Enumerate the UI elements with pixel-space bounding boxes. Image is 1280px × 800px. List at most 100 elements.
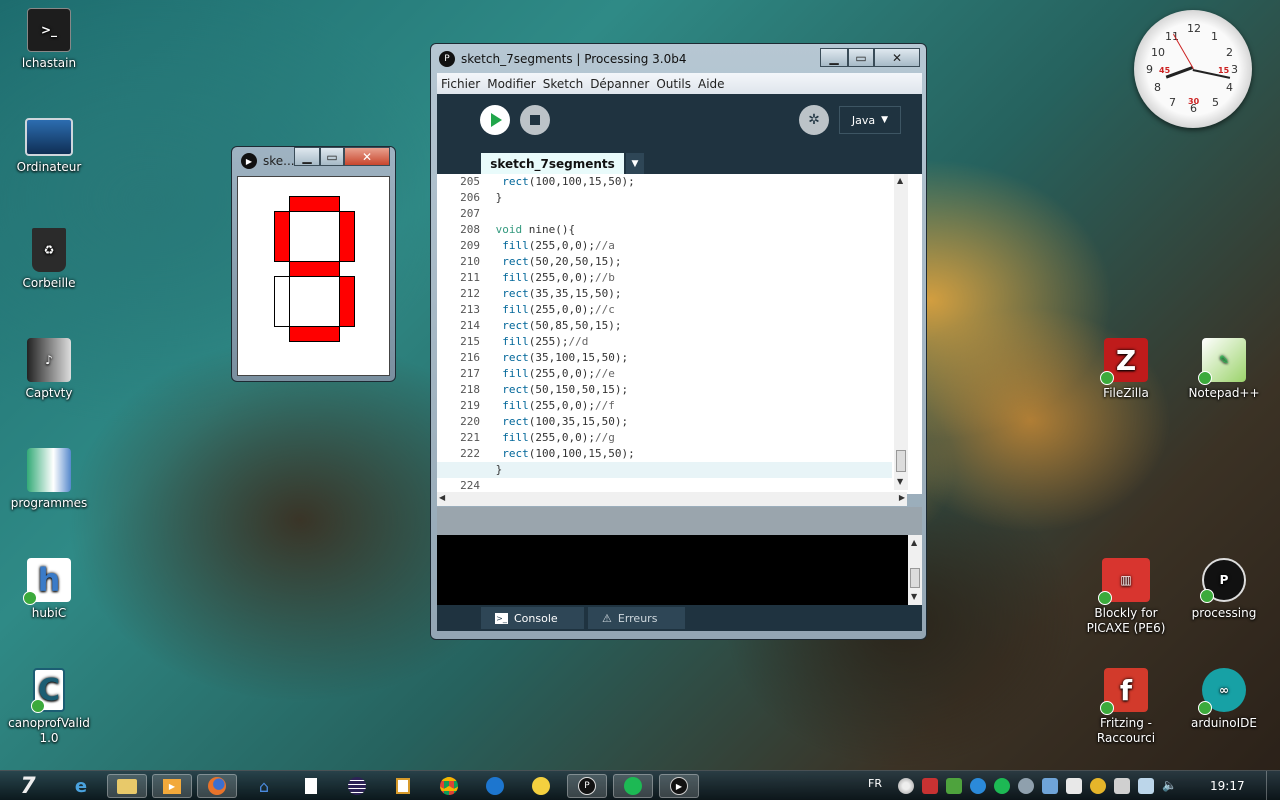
desktop-icon-blockly[interactable]: ▥ Blockly for PICAXE (PE6) [1078,558,1174,636]
scroll-down-arrow-icon: ▼ [911,592,918,601]
console-output[interactable]: ▲ ▼ [437,535,922,605]
desktop-icon-ordinateur[interactable]: Ordinateur [1,118,97,175]
code-content[interactable]: rect(100,100,15,50); } void nine(){ fill… [489,174,889,494]
sketch-output-window[interactable]: ▶ ske... ▁ ▭ ✕ [231,146,396,382]
code-editor[interactable]: 205 206 207 208 209 210 211 212 213 214 215 216 217 2… [437,174,922,506]
minimize-button[interactable]: ▁ [294,147,320,166]
desktop-icon-lchastain[interactable]: >_ lchastain [1,8,97,71]
desktop-icon-captvty[interactable]: ♪ Captvty [1,338,97,401]
scroll-thumb[interactable] [910,568,920,588]
console-icon: >_ [495,612,508,624]
antivirus-tray-icon[interactable] [922,778,938,794]
show-desktop-button[interactable] [1266,771,1280,800]
scroll-thumb[interactable] [896,450,906,472]
desktop-icon-corbeille[interactable]: ♻ Corbeille [1,228,97,291]
minimize-button[interactable]: ▁ [820,48,848,67]
menu-modifier[interactable]: Modifier [487,77,536,91]
taskbar-calculator[interactable] [383,774,423,798]
menu-aide[interactable]: Aide [698,77,725,91]
horizontal-scrollbar[interactable]: ◀ ▶ [437,492,907,506]
taskbar-chrome[interactable] [429,774,469,798]
spotify-tray-icon[interactable] [994,778,1010,794]
update-tray-icon[interactable] [1090,778,1106,794]
desktop-icon-processing[interactable]: P processing [1176,558,1272,621]
desktop-icon-filezilla[interactable]: Z FileZilla [1078,338,1174,401]
taskbar-sketch[interactable]: ▶ [659,774,699,798]
desktop-icon-label: Notepad++ [1188,386,1260,400]
code-line: rect(100,100,15,50); [489,446,889,462]
display-tray-icon[interactable] [1138,778,1154,794]
desktop-icon-canoprof[interactable]: C canoprofValid 1.0 [1,668,97,746]
taskbar-firefox[interactable] [197,774,237,798]
shortcut-check-icon [1098,591,1112,605]
menu-depanner[interactable]: Dépanner [590,77,649,91]
vertical-scrollbar[interactable]: ▲ ▼ [894,174,908,490]
evernote-tray-icon[interactable] [946,778,962,794]
clock-gadget[interactable]: 12 1 2 3 4 5 6 7 8 9 10 11 45 15 30 [1134,10,1252,128]
code-token: fill [502,303,529,316]
code-line: fill(255,0,0);//e [489,366,889,382]
menu-fichier[interactable]: Fichier [441,77,480,91]
close-button[interactable]: ✕ [874,48,920,67]
taskbar-ie[interactable]: e [61,774,101,798]
maximize-button[interactable]: ▭ [848,48,874,67]
desktop-icon-hubic[interactable]: h hubiC [1,558,97,621]
taskbar-eclipse[interactable] [337,774,377,798]
menu-outils[interactable]: Outils [656,77,691,91]
errors-tab-label: Erreurs [617,611,658,625]
taskbar-processing[interactable]: P [567,774,607,798]
menu-sketch[interactable]: Sketch [543,77,583,91]
line-number: 208 [460,223,480,236]
mode-selector[interactable]: Java ▼ [839,106,901,134]
taskbar-file[interactable] [291,774,331,798]
taskbar-hubic[interactable]: ⌂ [244,774,284,798]
onedrive-tray-icon[interactable] [970,778,986,794]
console-scrollbar[interactable]: ▲ ▼ [908,535,922,605]
taskbar-media-player[interactable]: ▶ [152,774,192,798]
taskbar-teamviewer[interactable] [475,774,515,798]
taskbar-spotify[interactable] [613,774,653,798]
processing-play-icon: ▶ [241,153,257,169]
eclipse-icon [348,777,366,795]
maximize-button[interactable]: ▭ [320,147,344,166]
sketch-window-titlebar[interactable]: ▶ ske... ▁ ▭ ✕ [236,147,391,175]
taskbar-explorer[interactable] [107,774,147,798]
processing-ide-window[interactable]: P sketch_7segments | Processing 3.0b4 ▁ … [430,43,927,640]
stop-button[interactable] [520,105,550,135]
menu-bar: Fichier Modifier Sketch Dépanner Outils … [437,73,922,94]
tab-sketch-7segments[interactable]: sketch_7segments [481,153,624,174]
code-line: } [489,462,889,478]
clock-time[interactable]: 19:17 [1210,779,1245,793]
tab-console[interactable]: >_ Console [481,607,584,629]
desktop-icon-notepadpp[interactable]: ✎ Notepad++ [1176,338,1272,401]
line-number: 218 [460,383,480,396]
code-line: fill(255,0,0);//c [489,302,889,318]
desktop-icon-arduino[interactable]: ∞ arduinoIDE [1176,668,1272,731]
gear-tray-icon[interactable] [1018,778,1034,794]
close-button[interactable]: ✕ [344,147,390,166]
play-icon [491,113,502,127]
usb-tray-icon[interactable] [1114,778,1130,794]
volume-tray-icon[interactable]: 🔈 [1162,778,1178,794]
start-button[interactable]: 7 [12,773,44,799]
taskbar-captvty[interactable] [521,774,561,798]
language-indicator[interactable]: FR [868,777,882,790]
tab-errors[interactable]: ⚠ Erreurs [588,607,685,629]
debug-button[interactable]: ✲ [799,105,829,135]
line-number: 210 [460,255,480,268]
processing-icon: P [1200,558,1246,603]
console-tabs: >_ Console ⚠ Erreurs [437,605,922,631]
desktop-icon-fritzing[interactable]: f Fritzing - Raccourci [1078,668,1174,746]
code-token: (255,0,0); [528,367,595,380]
desktop-icon-programmes[interactable]: programmes [1,448,97,511]
chevron-down-icon: ▼ [881,115,889,125]
ide-toolbar: ✲ Java ▼ [437,94,922,150]
network-tray-icon[interactable] [1042,778,1058,794]
run-button[interactable] [480,105,510,135]
dvd-tray-icon[interactable] [898,778,914,794]
tab-menu-button[interactable]: ▼ [626,153,644,174]
flag-tray-icon[interactable] [1066,778,1082,794]
shortcut-check-icon [1198,371,1212,385]
ide-titlebar[interactable]: P sketch_7segments | Processing 3.0b4 ▁ … [439,48,926,70]
